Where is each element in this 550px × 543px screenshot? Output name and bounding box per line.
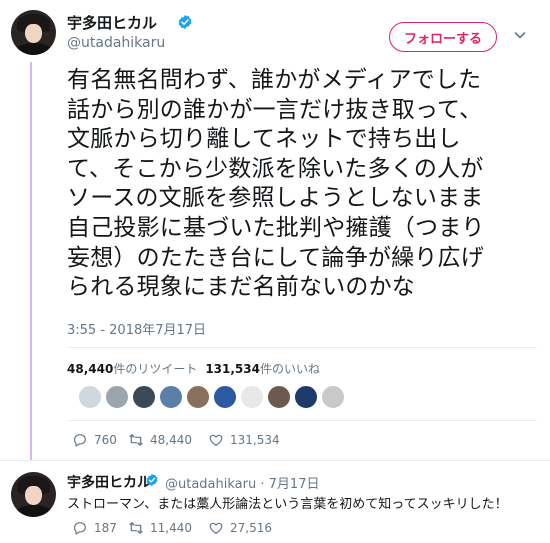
verified-badge-icon	[178, 15, 192, 29]
tweet-text-line: 有名無名問わず、誰かがメディアでした	[67, 67, 482, 93]
reply-author-display-name[interactable]: 宇多田ヒカル	[67, 472, 151, 492]
reply-author-avatar[interactable]	[11, 472, 56, 517]
reply-date[interactable]: 7月17日	[269, 477, 320, 492]
liker-avatar[interactable]	[78, 385, 102, 409]
like-count: 27,516	[230, 521, 272, 535]
retweet-icon	[129, 434, 143, 446]
engagement-stats: 48,440件のリツイート 131,534件のいいね	[67, 360, 320, 377]
reply-icon	[74, 434, 86, 447]
reply-button[interactable]: 187	[72, 520, 128, 536]
tweet-text-line: て、そこから少数派を除いた多くの人が	[67, 155, 484, 182]
verified-badge-icon	[146, 473, 158, 487]
retweets-count[interactable]: 48,440	[67, 362, 113, 376]
retweets-label[interactable]: 件のリツイート	[113, 362, 197, 376]
follow-button[interactable]: フォローする	[389, 22, 497, 52]
reply-count: 187	[94, 521, 117, 535]
retweet-button[interactable]: 48,440	[128, 432, 208, 448]
like-button[interactable]: 27,516	[208, 520, 298, 536]
tweet-text-line: 文脈から切り離してネットで持ち出し	[67, 126, 461, 153]
thread-connector-line	[30, 62, 32, 461]
liker-avatar[interactable]	[105, 385, 129, 409]
reply-actions: 187 11,440 27,516	[72, 520, 298, 536]
retweet-count: 11,440	[150, 521, 192, 535]
reply-author-handle[interactable]: @utadahikaru	[165, 477, 256, 492]
tweet-text: 有名無名問わず、誰かがメディアでした 話から別の誰かが一言だけ抜き取って、 文脈…	[67, 66, 537, 303]
divider	[67, 420, 537, 421]
reply-count: 760	[94, 433, 117, 447]
meta-separator: ·	[260, 477, 265, 492]
reply-button[interactable]: 760	[72, 432, 128, 448]
author-handle[interactable]: @utadahikaru	[67, 35, 165, 51]
tweet-timestamp[interactable]: 3:55 - 2018年7月17日	[67, 319, 206, 338]
divider	[0, 460, 550, 461]
tweet-text-line: ソースの文脈を参照しようとしないまま	[67, 185, 484, 212]
caret-down-icon[interactable]	[513, 28, 527, 42]
reply-text: ストローマン、または藁人形論法という言葉を初めて知ってスッキリした！	[67, 497, 508, 512]
liker-avatar[interactable]	[159, 385, 183, 409]
reply-icon	[74, 522, 86, 535]
author-avatar[interactable]	[11, 10, 56, 55]
liker-avatar[interactable]	[321, 385, 345, 409]
tweet-text-line: 自己投影に基づいた批判や擁護（つまり	[67, 214, 485, 241]
liker-avatar[interactable]	[294, 385, 318, 409]
retweet-count: 48,440	[150, 433, 192, 447]
retweet-icon	[129, 522, 143, 534]
likes-label[interactable]: 件のいいね	[260, 362, 320, 376]
divider	[67, 347, 537, 348]
tweet-text-line: 妄想）のたたき台にして論争が繰り広げ	[67, 244, 484, 271]
like-icon	[209, 434, 223, 446]
likes-count[interactable]: 131,534	[205, 362, 260, 376]
like-count: 131,534	[230, 433, 280, 447]
retweet-button[interactable]: 11,440	[128, 520, 208, 536]
tweet-text-line: 話から別の誰かが一言だけ抜き取って、	[67, 96, 483, 123]
liker-avatar[interactable]	[213, 385, 237, 409]
liker-avatar[interactable]	[267, 385, 291, 409]
liker-avatar[interactable]	[132, 385, 156, 409]
liker-avatar[interactable]	[240, 385, 264, 409]
liker-avatar[interactable]	[186, 385, 210, 409]
author-display-name[interactable]: 宇多田ヒカル	[67, 12, 157, 33]
like-icon	[209, 522, 223, 534]
reply-meta: @utadahikaru · 7月17日	[165, 473, 319, 492]
like-button[interactable]: 131,534	[208, 432, 298, 448]
tweet-actions: 760 48,440 131,534	[72, 432, 298, 448]
tweet-text-line: られる現象にまだ名前ないのかな	[67, 274, 415, 301]
